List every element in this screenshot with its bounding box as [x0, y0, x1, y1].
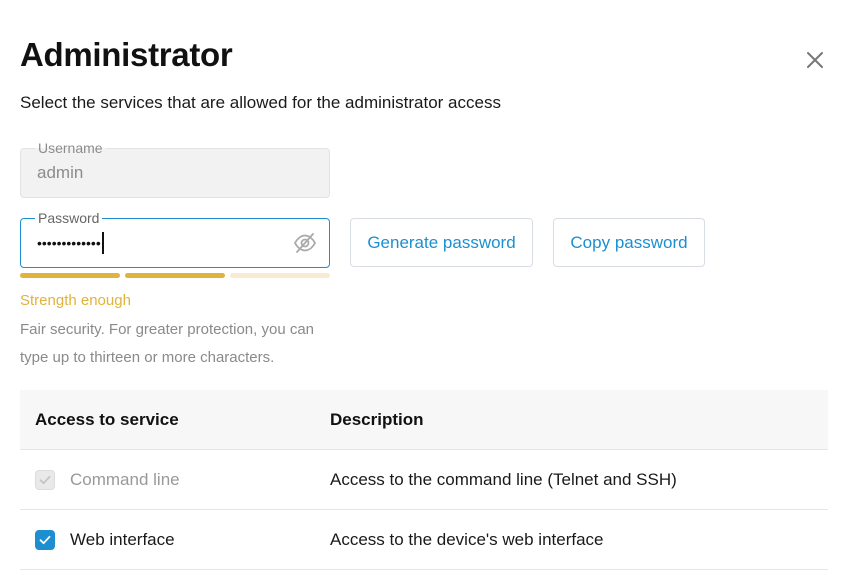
show-password-toggle[interactable] [293, 232, 317, 254]
strength-segment [20, 273, 120, 278]
username-value: admin [37, 163, 84, 182]
text-caret [101, 232, 104, 254]
dialog-title: Administrator [20, 36, 233, 73]
password-value: ••••••••••••• [37, 235, 101, 251]
web-interface-label[interactable]: Web interface [70, 530, 175, 550]
web-interface-checkbox[interactable] [35, 529, 55, 550]
strength-hint: Fair security. For greater protection, y… [20, 321, 315, 366]
generate-password-button[interactable]: Generate password [350, 218, 533, 267]
command-line-description: Access to the command line (Telnet and S… [330, 469, 677, 489]
check-icon [39, 535, 51, 544]
strength-segment [125, 273, 225, 278]
table-row-web-interface: Web interface Access to the device's web… [20, 510, 828, 570]
copy-password-button[interactable]: Copy password [553, 218, 705, 267]
strength-label: Strength enough [20, 292, 131, 309]
table-header: Access to service Description [20, 390, 828, 450]
services-table: Access to service Description Command li… [20, 390, 828, 570]
column-header-description: Description [330, 409, 424, 429]
close-button[interactable] [803, 48, 827, 72]
column-header-service: Access to service [35, 409, 179, 429]
username-label: Username [35, 139, 106, 157]
command-line-label: Command line [70, 469, 180, 489]
username-field[interactable]: Username admin [20, 139, 330, 198]
close-icon [807, 52, 823, 68]
web-interface-description: Access to the device's web interface [330, 529, 604, 549]
table-row-command-line: Command line Access to the command line … [20, 450, 828, 510]
strength-segment [230, 273, 330, 278]
eye-off-icon [293, 233, 317, 253]
dialog-subtitle: Select the services that are allowed for… [20, 93, 501, 112]
password-label: Password [35, 209, 103, 227]
password-field[interactable]: Password ••••••••••••• [20, 209, 330, 268]
password-strength-meter [20, 273, 330, 278]
check-icon [39, 475, 51, 484]
command-line-checkbox [35, 469, 55, 490]
